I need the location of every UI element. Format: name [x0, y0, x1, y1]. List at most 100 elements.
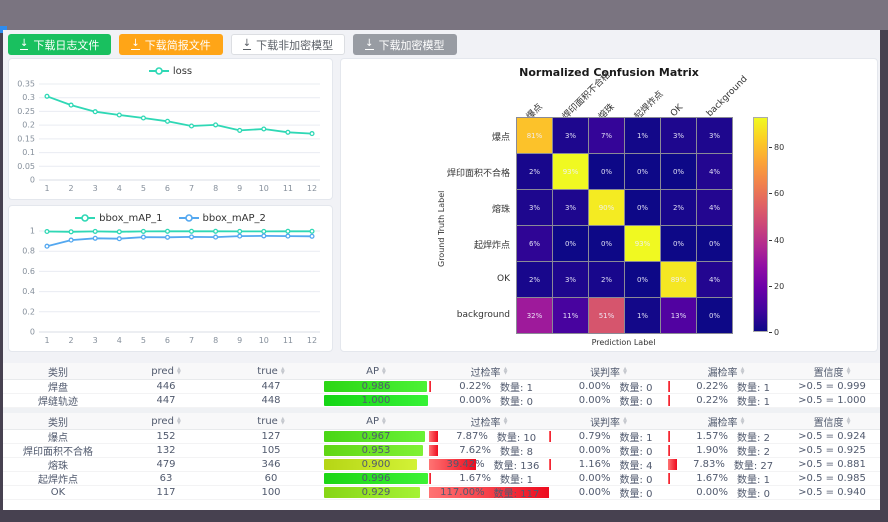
cell-cls: 爆点: [3, 430, 113, 444]
matrix-cell: 3%: [553, 262, 588, 297]
cell-over: 1.67%数量: 1: [429, 472, 549, 486]
download-button-3[interactable]: ↓下载非加密模型: [231, 34, 345, 55]
cell-over: 0.00%数量: 0: [429, 394, 549, 408]
sort-icon[interactable]: ▲▼: [281, 417, 285, 425]
matrix-cell: 0%: [589, 226, 624, 261]
sort-icon[interactable]: ▲▼: [504, 367, 508, 375]
column-header-true[interactable]: true▲▼: [219, 413, 323, 430]
cell-miss: 1.57%数量: 2: [668, 430, 784, 444]
ap-value: 0.986: [362, 381, 391, 392]
column-header-pred[interactable]: pred▲▼: [113, 363, 219, 380]
matrix-cell: 13%: [661, 298, 696, 333]
matrix-cell: 3%: [697, 118, 732, 153]
rate-bar: [429, 445, 438, 456]
column-header-miss[interactable]: 漏检率▲▼: [668, 413, 784, 430]
column-header-conf[interactable]: 置信度▲▼: [784, 363, 880, 380]
matrix-cell: 2%: [661, 190, 696, 225]
sort-icon[interactable]: ▲▼: [847, 417, 851, 425]
rate-text: 0.00%数量: 0: [565, 471, 653, 486]
column-header-label: AP: [366, 416, 379, 427]
rate-text: 0.00%数量: 0: [565, 485, 653, 500]
matrix-cell: 93%: [625, 226, 660, 261]
rate-percent: 0.00%: [445, 395, 491, 406]
column-header-miss[interactable]: 漏检率▲▼: [668, 363, 784, 380]
svg-text:0.3: 0.3: [22, 93, 35, 102]
column-header-pred[interactable]: pred▲▼: [113, 413, 219, 430]
matrix-cell: 1%: [625, 118, 660, 153]
sort-icon[interactable]: ▲▼: [382, 367, 386, 375]
column-header-true[interactable]: true▲▼: [219, 363, 323, 380]
sort-icon[interactable]: ▲▼: [382, 417, 386, 425]
legend-item-bbox_mAP_1[interactable]: bbox_mAP_1: [75, 211, 162, 225]
table-header-row: 类别pred▲▼true▲▼AP▲▼过检率▲▼误判率▲▼漏检率▲▼置信度▲▼: [3, 413, 880, 430]
matrix-cell: 93%: [553, 154, 588, 189]
legend-item-bbox_mAP_2[interactable]: bbox_mAP_2: [179, 211, 266, 225]
confidence-value: >0.5 = 0.924: [798, 431, 866, 442]
rate-count: 数量: 1: [500, 471, 533, 486]
column-header-label: 过检率: [471, 414, 501, 429]
sort-icon[interactable]: ▲▼: [847, 367, 851, 375]
download-button-1[interactable]: ↓下载日志文件: [8, 34, 111, 55]
matrix-cell: 3%: [661, 118, 696, 153]
column-header-ap[interactable]: AP▲▼: [323, 363, 429, 380]
column-header-mis[interactable]: 误判率▲▼: [549, 413, 668, 430]
download-button-4[interactable]: ↓下载加密模型: [353, 34, 456, 55]
sort-icon[interactable]: ▲▼: [281, 367, 285, 375]
rate-percent: 0.22%: [682, 381, 728, 392]
cell-ap: 0.953: [323, 444, 429, 458]
column-header-over[interactable]: 过检率▲▼: [429, 363, 549, 380]
cell-cls: 焊缝轨迹: [3, 394, 113, 408]
matrix-cell: 0%: [589, 154, 624, 189]
cell-pred: 63: [113, 472, 219, 486]
cell-cls: 起焊炸点: [3, 472, 113, 486]
rate-bar: [429, 431, 438, 442]
cell-ap: 0.986: [323, 380, 429, 394]
cell-pred: 479: [113, 458, 219, 472]
confidence-value: >0.5 = 0.940: [798, 487, 866, 498]
sort-icon[interactable]: ▲▼: [177, 417, 181, 425]
cell-true: 346: [219, 458, 323, 472]
confidence-value: >0.5 = 0.925: [798, 445, 866, 456]
svg-text:9: 9: [237, 336, 242, 345]
rate-count: 数量: 1: [737, 393, 770, 408]
sort-icon[interactable]: ▲▼: [504, 417, 508, 425]
sort-icon[interactable]: ▲▼: [623, 367, 627, 375]
rate-count: 数量: 2: [737, 443, 770, 458]
cell-true: 105: [219, 444, 323, 458]
svg-text:0.1: 0.1: [22, 148, 35, 157]
svg-text:1: 1: [44, 184, 49, 193]
download-button-2[interactable]: ↓下载简报文件: [119, 34, 222, 55]
rate-text: 0.00% 数量: 0: [565, 443, 653, 458]
rate-count: 数量: 0: [620, 471, 653, 486]
svg-text:0: 0: [30, 328, 35, 337]
sort-icon[interactable]: ▲▼: [741, 417, 745, 425]
rate-count: 数量: 117: [494, 485, 540, 500]
svg-text:5: 5: [141, 184, 146, 193]
rate-bar: [668, 395, 670, 406]
legend-item-loss[interactable]: loss: [149, 64, 192, 78]
svg-text:2: 2: [69, 184, 74, 193]
column-header-over[interactable]: 过检率▲▼: [429, 413, 549, 430]
sort-icon[interactable]: ▲▼: [741, 367, 745, 375]
metrics-tables: 类别pred▲▼true▲▼AP▲▼过检率▲▼误判率▲▼漏检率▲▼置信度▲▼焊盘…: [3, 363, 880, 510]
cell-pred: 152: [113, 430, 219, 444]
cell-value: 479: [156, 459, 175, 470]
svg-text:6: 6: [165, 184, 170, 193]
column-header-conf[interactable]: 置信度▲▼: [784, 413, 880, 430]
svg-text:7: 7: [189, 184, 194, 193]
rate-bar: [668, 445, 670, 456]
matrix-cell: 0%: [697, 226, 732, 261]
column-header-mis[interactable]: 误判率▲▼: [549, 363, 668, 380]
sort-icon[interactable]: ▲▼: [623, 417, 627, 425]
rate-percent: 7.83%: [679, 459, 725, 470]
rate-percent: 0.00%: [565, 445, 611, 456]
rate-text: 1.67%数量: 1: [682, 471, 770, 486]
matrix-cell: 4%: [697, 190, 732, 225]
sort-icon[interactable]: ▲▼: [177, 367, 181, 375]
rate-count: 数量: 0: [620, 443, 653, 458]
column-header-ap[interactable]: AP▲▼: [323, 413, 429, 430]
svg-text:1: 1: [44, 336, 49, 345]
cell-value: 132: [156, 445, 175, 456]
download-icon: ↓: [365, 39, 373, 50]
svg-text:8: 8: [213, 184, 218, 193]
